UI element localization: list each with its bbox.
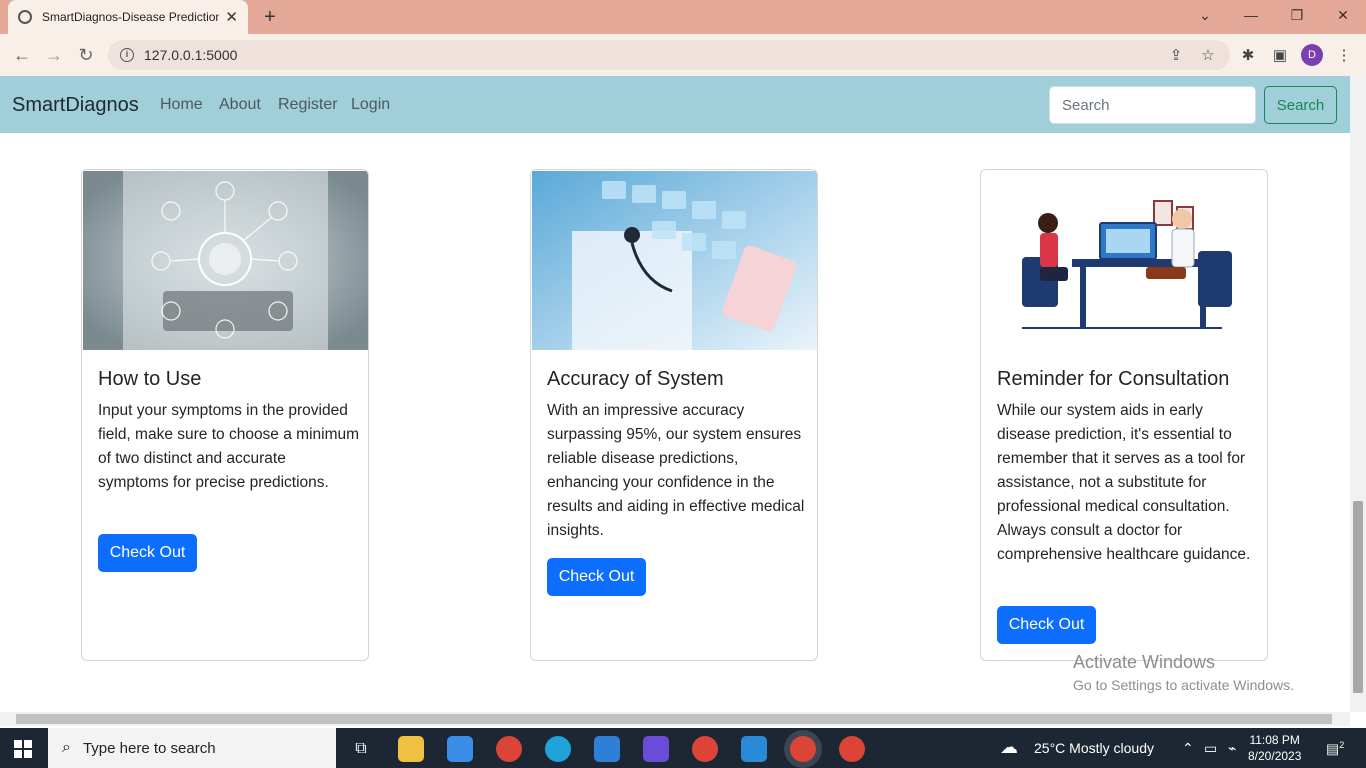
card-title: Accuracy of System bbox=[547, 368, 724, 390]
minimize-icon[interactable]: — bbox=[1228, 0, 1274, 30]
mail-icon[interactable] bbox=[594, 736, 620, 762]
profile-avatar[interactable]: D bbox=[1301, 44, 1323, 66]
card-text: Input your symptoms in the provided fiel… bbox=[98, 402, 360, 491]
horizontal-scroll-thumb[interactable] bbox=[16, 714, 1332, 724]
chrome-profile-icon[interactable] bbox=[692, 736, 718, 762]
card-title: Reminder for Consultation bbox=[997, 368, 1230, 390]
restore-icon[interactable]: ❐ bbox=[1274, 0, 1320, 30]
globe-icon bbox=[18, 10, 32, 24]
watermark-title: Activate Windows bbox=[1073, 652, 1216, 672]
tab-title: SmartDiagnos-Disease Prediction bbox=[42, 10, 220, 24]
network-icon[interactable]: ⌁ bbox=[1228, 740, 1236, 757]
forward-icon[interactable]: → bbox=[42, 43, 66, 67]
chrome-active-icon[interactable] bbox=[790, 736, 816, 762]
task-view-icon[interactable]: ⧉ bbox=[348, 736, 374, 762]
notification-count: 2 bbox=[1339, 740, 1345, 750]
menu-kebab-icon[interactable]: ⋮ bbox=[1333, 44, 1355, 66]
app-icon[interactable] bbox=[643, 736, 669, 762]
card-accuracy-of-system: Accuracy of System With an impressive ac… bbox=[530, 169, 818, 661]
tab-search-icon[interactable]: ⌄ bbox=[1182, 0, 1228, 30]
vertical-scroll-thumb[interactable] bbox=[1353, 501, 1363, 693]
activate-windows-watermark: Activate Windows Go to Settings to activ… bbox=[1073, 652, 1294, 693]
share-icon[interactable]: ⇪ bbox=[1165, 44, 1187, 66]
horizontal-scrollbar[interactable] bbox=[0, 712, 1350, 726]
clock-time: 11:08 PM bbox=[1249, 733, 1300, 747]
nav-register[interactable]: Register bbox=[278, 96, 338, 114]
info-icon[interactable]: i bbox=[120, 48, 134, 62]
battery-icon[interactable]: ▭ bbox=[1204, 740, 1217, 757]
card-title: How to Use bbox=[98, 368, 202, 390]
chrome-icon-2[interactable] bbox=[839, 736, 865, 762]
chrome-icon[interactable] bbox=[496, 736, 522, 762]
tab-close-icon[interactable]: ✕ bbox=[225, 8, 238, 26]
microsoft-store-icon[interactable] bbox=[447, 736, 473, 762]
notification-icon[interactable]: ▤2 bbox=[1326, 740, 1344, 758]
card-reminder-for-consultation: Reminder for Consultation While our syst… bbox=[980, 169, 1268, 661]
url-text: 127.0.0.1:5000 bbox=[144, 47, 238, 63]
windows-taskbar: ⌕ Type here to search ⧉ ☁ 25°C Mostly cl… bbox=[0, 728, 1366, 768]
nav-about[interactable]: About bbox=[219, 96, 261, 114]
search-icon: ⌕ bbox=[62, 739, 71, 756]
page-viewport: SmartDiagnos Home About Register Login S… bbox=[0, 76, 1350, 712]
taskbar-search-box[interactable]: ⌕ Type here to search bbox=[48, 728, 336, 768]
reload-icon[interactable]: ↻ bbox=[74, 43, 98, 67]
side-panel-icon[interactable]: ▣ bbox=[1269, 44, 1291, 66]
edge-icon[interactable] bbox=[545, 736, 571, 762]
browser-tab-bar: SmartDiagnos-Disease Prediction ✕ + ⌄ — … bbox=[0, 0, 1366, 34]
card-text: While our system aids in early disease p… bbox=[997, 402, 1251, 563]
file-explorer-icon[interactable] bbox=[398, 736, 424, 762]
site-navbar: SmartDiagnos Home About Register Login S… bbox=[0, 76, 1350, 133]
bookmark-star-icon[interactable]: ☆ bbox=[1197, 44, 1219, 66]
clock-date: 8/20/2023 bbox=[1248, 749, 1302, 763]
back-icon[interactable]: ← bbox=[10, 43, 34, 67]
browser-toolbar: ← → ↻ i 127.0.0.1:5000 ⇪ ☆ ✱ ▣ D ⋮ bbox=[0, 34, 1366, 76]
new-tab-button[interactable]: + bbox=[258, 5, 282, 29]
card-text: With an impressive accuracy surpassing 9… bbox=[547, 402, 805, 539]
close-window-icon[interactable]: ✕ bbox=[1320, 0, 1366, 30]
tray-chevron-icon[interactable]: ⌃ bbox=[1182, 740, 1194, 757]
card-how-to-use: How to Use Input your symptoms in the pr… bbox=[81, 169, 369, 661]
browser-tab[interactable]: SmartDiagnos-Disease Prediction ✕ bbox=[8, 0, 248, 34]
weather-text[interactable]: 25°C Mostly cloudy bbox=[1034, 740, 1154, 756]
extensions-icon[interactable]: ✱ bbox=[1237, 44, 1259, 66]
vscode-icon[interactable] bbox=[741, 736, 767, 762]
watermark-subtitle: Go to Settings to activate Windows. bbox=[1073, 677, 1294, 693]
address-bar[interactable]: i 127.0.0.1:5000 bbox=[108, 40, 1230, 70]
card-image-doctor-stethoscope bbox=[532, 171, 817, 350]
check-out-button[interactable]: Check Out bbox=[547, 558, 646, 596]
search-input[interactable] bbox=[1049, 86, 1256, 124]
nav-login[interactable]: Login bbox=[351, 96, 390, 114]
windows-start-icon[interactable] bbox=[14, 740, 32, 758]
taskbar-search-placeholder: Type here to search bbox=[82, 739, 216, 757]
check-out-button[interactable]: Check Out bbox=[997, 606, 1096, 644]
card-image-doctor-tablet bbox=[83, 171, 368, 350]
taskbar-clock[interactable]: 11:08 PM 8/20/2023 bbox=[1248, 732, 1301, 764]
card-image-doctor-consultation bbox=[982, 171, 1267, 350]
check-out-button[interactable]: Check Out bbox=[98, 534, 197, 572]
search-button[interactable]: Search bbox=[1264, 86, 1337, 124]
nav-home[interactable]: Home bbox=[160, 96, 203, 114]
weather-cloud-icon[interactable]: ☁ bbox=[1000, 737, 1018, 758]
vertical-scrollbar[interactable] bbox=[1350, 76, 1366, 712]
brand-logo[interactable]: SmartDiagnos bbox=[12, 94, 139, 117]
